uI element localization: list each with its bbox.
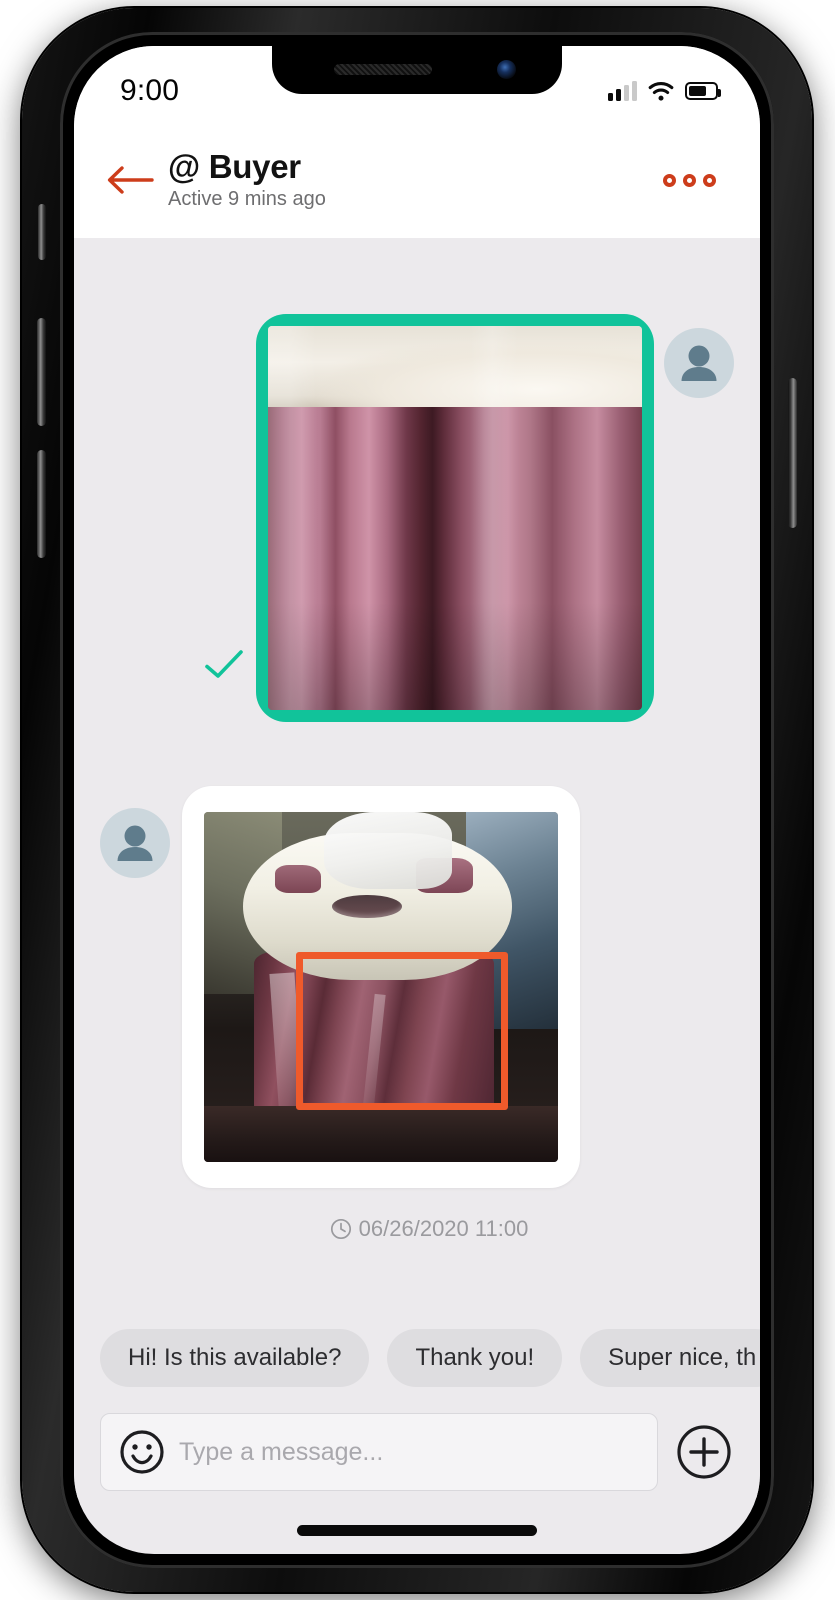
more-dot [663,173,676,187]
volume-up-button[interactable] [37,318,46,426]
back-button[interactable] [100,149,162,211]
orange-bounding-box [296,952,509,1110]
battery-icon [685,82,721,100]
person-avatar-icon [664,328,734,398]
foil-roll-in-white-tub-photo[interactable] [204,812,558,1162]
message-bubble-outgoing[interactable] [256,314,654,722]
message-input-wrapper[interactable] [100,1413,658,1491]
avatar [664,328,734,403]
message-bubble-incoming[interactable] [182,786,580,1188]
speaker-grille-icon [334,64,432,75]
contact-name: @ Buyer [168,147,301,185]
person-avatar-icon [100,808,170,878]
chat-message-list[interactable]: 06/26/2020 11:00 [74,238,760,1310]
header-texts: @ Buyer Active 9 mins ago [162,147,653,212]
back-arrow-icon [107,166,154,194]
photo-lid-tab-left [274,864,321,893]
notch [272,46,562,94]
message-input[interactable] [179,1437,639,1467]
quick-reply-chip[interactable]: Thank you! [387,1329,563,1387]
silent-switch-button[interactable] [38,204,46,260]
volume-down-button[interactable] [37,450,46,558]
photo-plastic-wrap [324,812,452,889]
message-row-outgoing [74,238,760,722]
phone-frame: 9:00 @ Buyer Active 9 mins ago 06/26/202… [22,8,812,1592]
wifi-icon [648,81,674,101]
quick-reply-chip[interactable]: Hi! Is this available? [100,1329,370,1387]
photo-table-surface [204,1106,558,1162]
more-dot [683,173,696,187]
message-composer [74,1406,760,1498]
delivered-check-icon [202,647,246,686]
chat-header: @ Buyer Active 9 mins ago [74,122,760,238]
more-dot [703,173,716,187]
timestamp-text: 06/26/2020 11:00 [358,1216,529,1241]
message-timestamp: 06/26/2020 11:00 [74,1216,760,1242]
quick-reply-chip[interactable]: Super nice, th [580,1329,760,1387]
more-options-button[interactable] [653,164,726,197]
status-time: 9:00 [120,74,180,107]
add-attachment-button[interactable] [676,1424,732,1480]
phone-screen: 9:00 @ Buyer Active 9 mins ago 06/26/202… [74,46,760,1554]
front-camera-icon [497,60,516,79]
avatar [100,808,170,883]
message-row-incoming [74,722,760,1188]
clock-icon [330,1218,351,1240]
status-icons [608,80,721,102]
battery-fill [689,86,706,96]
home-indicator[interactable] [297,1525,537,1536]
pink-foil-roll-closeup-photo[interactable] [268,326,642,710]
contact-status: Active 9 mins ago [168,188,326,211]
plus-circle-icon [677,1425,731,1479]
power-button[interactable] [788,378,797,528]
quick-reply-list[interactable]: Hi! Is this available? Thank you! Super … [74,1310,760,1406]
signal-bars-icon [608,80,637,101]
photo-lid-hole [331,894,402,919]
smiley-icon[interactable] [119,1429,165,1475]
